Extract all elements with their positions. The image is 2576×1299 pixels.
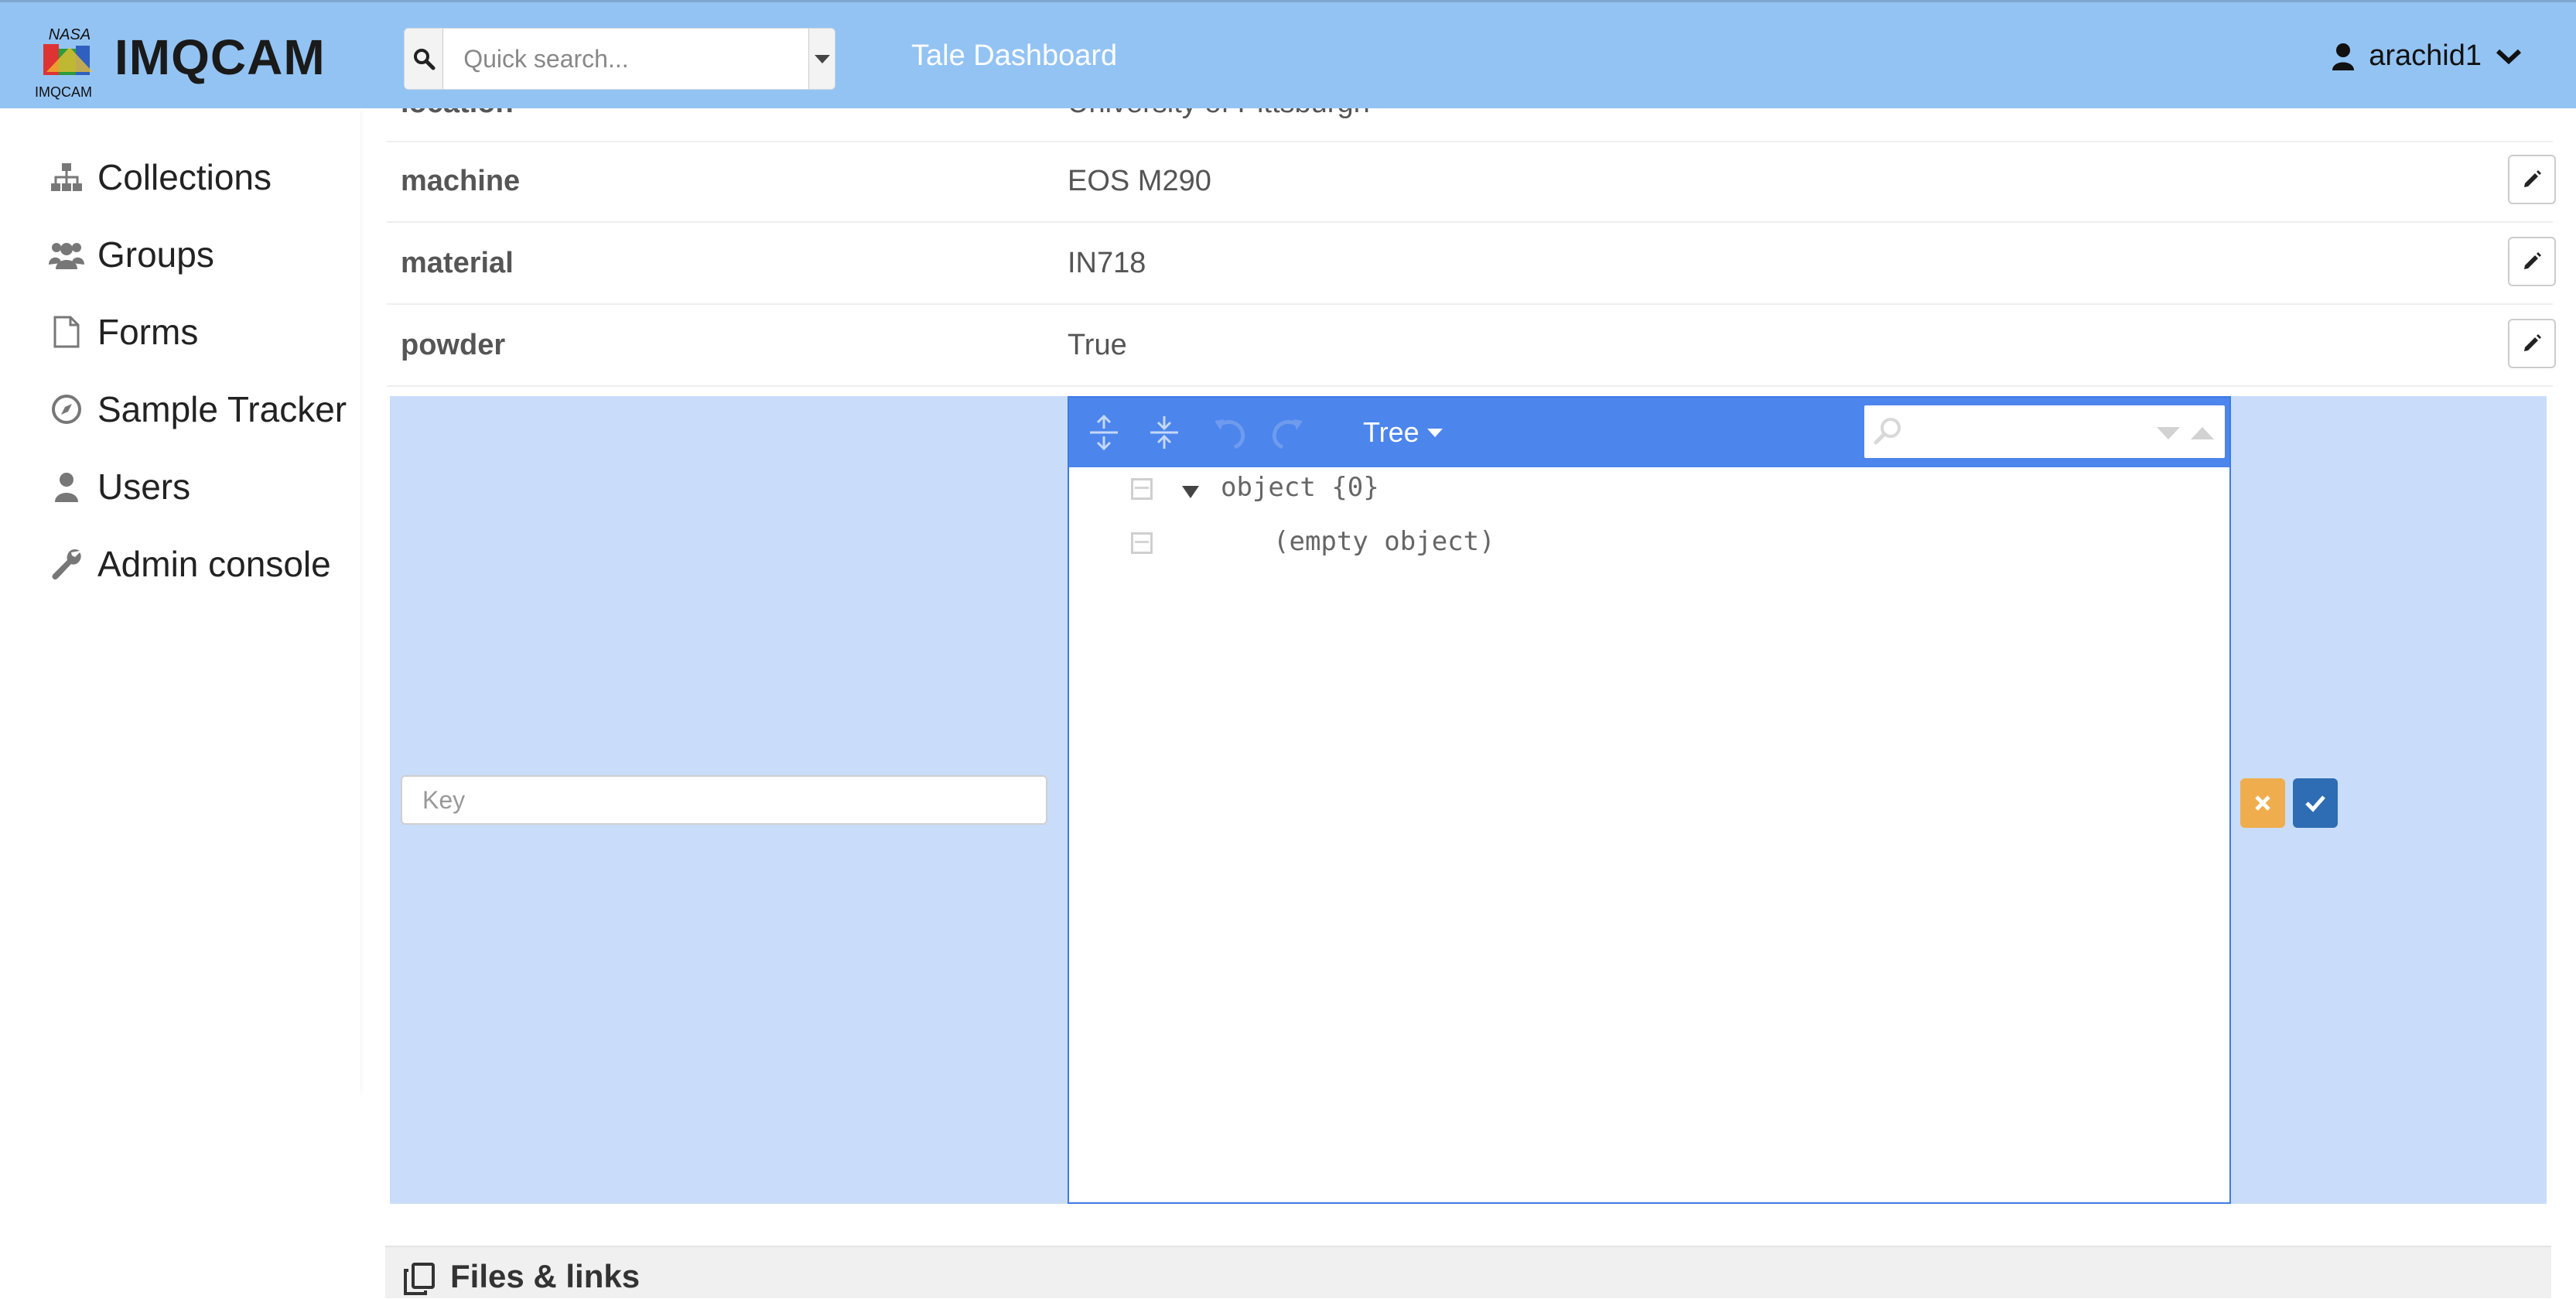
metadata-row-machine: machine EOS M290 xyxy=(387,141,2556,223)
metadata-value: EOS M290 xyxy=(1068,165,1211,197)
nav-link-tale-dashboard[interactable]: Tale Dashboard xyxy=(911,39,1117,73)
quick-search-input[interactable] xyxy=(443,29,809,89)
sidebar-item-groups[interactable]: Groups xyxy=(48,234,214,275)
mode-selector[interactable]: Tree xyxy=(1363,416,1443,449)
metadata-row-material: material IN718 xyxy=(387,223,2556,305)
json-editor-menu: Tree xyxy=(1069,398,2229,467)
user-menu[interactable]: arachid1 xyxy=(2332,39,2522,73)
file-icon xyxy=(48,313,85,350)
user-icon xyxy=(2332,43,2355,70)
collapse-all-button[interactable] xyxy=(1143,412,1185,453)
cancel-button[interactable] xyxy=(2240,778,2285,828)
redo-button[interactable] xyxy=(1267,412,1309,453)
search-mode-dropdown[interactable] xyxy=(808,29,835,89)
metadata-row-location: location University of Pittsburgh xyxy=(387,87,2553,142)
search-button[interactable] xyxy=(405,29,444,89)
tree-empty-node: (empty object) xyxy=(1273,526,1495,557)
sidebar-item-forms[interactable]: Forms xyxy=(48,311,198,353)
pencil-icon xyxy=(2524,170,2541,187)
row-select-checkbox[interactable] xyxy=(1131,532,1153,554)
metadata-key: machine xyxy=(401,165,521,197)
sidebar: Collections Groups Forms Sample Tracker … xyxy=(0,108,360,1096)
edit-button[interactable] xyxy=(2508,155,2556,204)
sidebar-item-collections[interactable]: Collections xyxy=(48,156,272,198)
sidebar-item-label: Admin console xyxy=(97,544,331,584)
files-copy-icon xyxy=(401,1261,438,1295)
users-icon xyxy=(48,236,85,273)
svg-text:NASA: NASA xyxy=(49,26,91,43)
edit-button[interactable] xyxy=(2508,237,2556,286)
username-label: arachid1 xyxy=(2369,39,2482,72)
metadata-value: IN718 xyxy=(1068,247,1146,279)
sidebar-item-sample-tracker[interactable]: Sample Tracker xyxy=(48,388,347,430)
redo-icon xyxy=(1272,419,1303,449)
sidebar-item-label: Collections xyxy=(97,157,272,197)
sidebar-item-label: Sample Tracker xyxy=(97,389,347,429)
tree-search-box[interactable] xyxy=(1864,405,2225,458)
chevron-down-icon xyxy=(2496,49,2522,64)
wrench-icon xyxy=(48,545,85,583)
new-metadata-editor: Tree object {0} (empty object) xyxy=(390,396,2547,1204)
undo-icon xyxy=(1215,419,1245,449)
metadata-key: powder xyxy=(401,329,506,361)
files-links-panel-header[interactable]: Files & links xyxy=(385,1246,2551,1298)
metadata-row-powder: powder True xyxy=(387,305,2556,387)
sidebar-item-label: Groups xyxy=(97,234,214,275)
expand-all-icon xyxy=(1090,414,1118,451)
expand-toggle-icon[interactable] xyxy=(1182,486,1199,498)
pencil-icon xyxy=(2524,334,2541,351)
edit-button[interactable] xyxy=(2508,319,2556,368)
undo-button[interactable] xyxy=(1208,412,1250,453)
sitemap-icon xyxy=(48,159,85,196)
close-icon xyxy=(2255,795,2270,811)
svg-text:IMQCAM: IMQCAM xyxy=(35,84,92,100)
brand-name[interactable]: IMQCAM xyxy=(114,29,326,86)
files-links-title: Files & links xyxy=(450,1258,641,1294)
json-editor: Tree object {0} (empty object) xyxy=(1068,396,2231,1204)
sidebar-item-label: Forms xyxy=(97,312,199,352)
chevron-down-icon xyxy=(1426,428,1443,437)
sidebar-item-label: Users xyxy=(97,467,191,507)
search-icon xyxy=(413,49,436,70)
expand-all-button[interactable] xyxy=(1083,412,1125,453)
top-navbar: NASA IMQCAM IMQCAM Tale Dashboard arachi… xyxy=(0,0,2576,108)
search-next-icon[interactable] xyxy=(2155,426,2181,441)
check-icon xyxy=(2305,795,2325,812)
mode-label: Tree xyxy=(1363,416,1420,448)
confirm-button[interactable] xyxy=(2293,778,2338,828)
row-select-checkbox[interactable] xyxy=(1131,478,1153,500)
pencil-icon xyxy=(2524,252,2541,269)
tree-root-node[interactable]: object {0} xyxy=(1221,472,1379,503)
nasa-imqcam-logo[interactable]: NASA IMQCAM xyxy=(31,26,108,100)
metadata-value: True xyxy=(1068,329,1127,361)
compass-icon xyxy=(48,391,85,428)
quick-search-group xyxy=(404,28,835,90)
metadata-key-input[interactable] xyxy=(401,775,1047,825)
collapse-all-icon xyxy=(1150,416,1178,449)
sidebar-item-admin-console[interactable]: Admin console xyxy=(48,543,331,585)
chevron-down-icon xyxy=(814,54,830,63)
sidebar-item-users[interactable]: Users xyxy=(48,466,190,508)
search-icon xyxy=(1874,418,1901,445)
user-icon xyxy=(48,468,85,505)
metadata-key: material xyxy=(401,247,514,279)
search-previous-icon[interactable] xyxy=(2189,426,2216,441)
